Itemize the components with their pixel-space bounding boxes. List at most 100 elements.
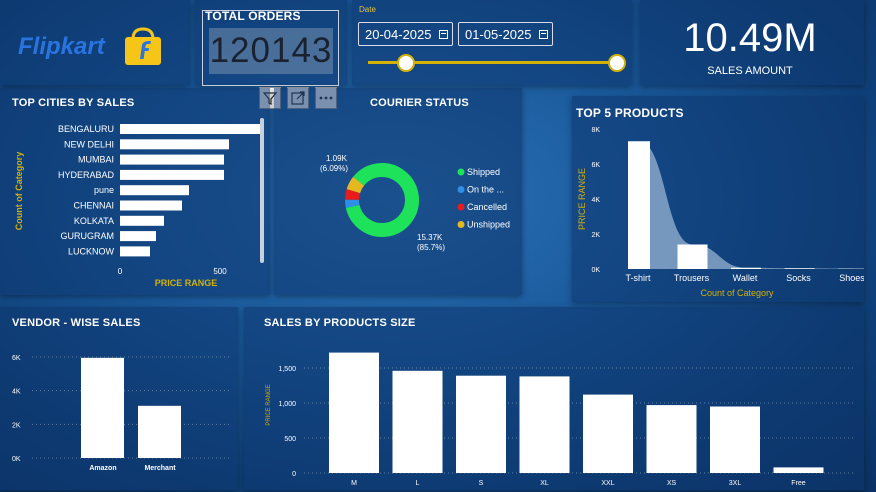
y-tick-label: 0K (12, 456, 21, 463)
product-bar (628, 141, 650, 269)
city-bar (120, 231, 156, 242)
vendor-sales-chart: 0K 2K 4K 6K Amazon Merchant (12, 355, 230, 472)
size-bar (583, 394, 633, 473)
x-tick-label: Amazon (89, 465, 116, 472)
city-label: KOLKATA (74, 216, 114, 226)
city-bar (120, 246, 150, 257)
sales-amount-label: SALES AMOUNT (707, 65, 793, 77)
city-label: NEW DELHI (64, 139, 114, 149)
date-slider-start-handle[interactable] (397, 54, 415, 72)
date-slicer[interactable]: Date 20-04-2025 01-05-2025 (352, 0, 632, 85)
flipkart-bag-icon (125, 27, 161, 65)
city-label: MUMBAI (78, 155, 114, 165)
slice-percent-label: (85.7%) (417, 243, 445, 252)
scrollbar (260, 118, 264, 263)
city-bar (120, 139, 229, 150)
legend-label: Cancelled (467, 202, 507, 212)
total-orders-value: 120143 (209, 28, 333, 74)
vendor-bar (138, 405, 181, 458)
sales-amount-value: 10.49M (683, 16, 817, 60)
x-tick-label: 500 (213, 267, 227, 276)
x-tick-label: S (479, 480, 484, 487)
size-bar (456, 375, 506, 473)
x-tick-label: Trousers (674, 273, 710, 283)
top-products-chart: 0K 2K 4K 6K 8K T-shirt Trousers Wallet Socks Shoe… (577, 127, 864, 298)
sales-amount-card: 10.49M SALES AMOUNT (640, 0, 864, 85)
city-label: GURUGRAM (61, 231, 115, 241)
slice-percent-label: (6.09%) (320, 164, 348, 173)
start-date-value: 20-04-2025 (365, 27, 432, 42)
top-cities-chart: BENGALURU NEW DELHI MUMBAI HYDERABAD pune CHE… (14, 118, 264, 288)
x-tick-label: XXL (601, 480, 614, 487)
y-tick-label: 6K (12, 355, 21, 362)
x-tick-label: T-shirt (625, 273, 651, 283)
y-tick-label: 2K (591, 232, 600, 239)
end-date-input[interactable]: 01-05-2025 (458, 22, 553, 46)
x-axis-label: PRICE RANGE (155, 278, 218, 288)
date-label: Date (359, 5, 376, 14)
legend-label: Shipped (467, 167, 500, 177)
city-label: LUCKNOW (68, 246, 115, 256)
logo-panel: Flipkart (0, 0, 190, 85)
y-tick-label: 2K (12, 422, 21, 429)
city-label: HYDERABAD (58, 170, 115, 180)
vendor-bar (81, 357, 124, 458)
y-tick-label: 8K (591, 127, 600, 134)
product-bar (731, 267, 761, 269)
city-bar (120, 154, 224, 165)
top-cities-panel[interactable]: TOP CITIES BY SALES BENGALURU NEW DELHI MU… (0, 88, 270, 295)
y-tick-label: 0 (292, 471, 296, 478)
total-orders-card[interactable]: TOTAL ORDERS 120143 (195, 0, 347, 86)
size-bar (710, 406, 760, 473)
legend-marker (457, 186, 465, 193)
flipkart-logo-text: Flipkart (18, 33, 105, 60)
y-tick-label: 0K (591, 267, 600, 274)
size-sales-panel[interactable]: SALES BY PRODUCTS SIZE 0 500 1,000 1,500 M L S… (244, 307, 864, 490)
size-bar (392, 370, 443, 473)
slice-value-label: 15.37K (417, 233, 443, 242)
vendor-sales-panel[interactable]: VENDOR - WISE SALES 0K 2K 4K 6K Amazon Mercha… (0, 307, 238, 490)
legend-marker (457, 221, 465, 228)
legend-label: Unshipped (467, 220, 510, 230)
date-slider-end-handle[interactable] (608, 54, 626, 72)
city-label: CHENNAI (73, 201, 114, 211)
x-tick-label: XS (667, 480, 677, 487)
product-bar (677, 244, 708, 269)
x-tick-label: Socks (786, 273, 811, 283)
product-bar (784, 268, 815, 269)
city-bar (120, 169, 224, 180)
x-axis-label: Count of Category (700, 288, 774, 298)
size-sales-chart: 0 500 1,000 1,500 M L S XL XXL XS 3XL Free PRICE RAN… (266, 352, 854, 487)
city-bar (120, 185, 189, 196)
calendar-icon (439, 30, 448, 39)
legend-marker (457, 203, 465, 211)
x-tick-label: 3XL (729, 480, 742, 487)
city-label: BENGALURU (58, 124, 114, 134)
y-axis-label: Count of Category (14, 152, 24, 231)
courier-status-chart: 1.09K(6.09%) 15.37K(85.7%) Shipped On the .… (320, 154, 510, 252)
x-tick-label: L (416, 480, 420, 487)
y-axis-label: PRICE RANGE (266, 384, 272, 425)
y-tick-label: 1,500 (278, 366, 296, 373)
start-date-input[interactable]: 20-04-2025 (358, 22, 453, 46)
y-tick-label: 4K (12, 389, 21, 396)
end-date-value: 01-05-2025 (465, 27, 532, 42)
y-tick-label: 500 (284, 436, 296, 443)
city-label: pune (94, 185, 114, 195)
legend-label: On the ... (467, 185, 504, 195)
city-bar (120, 200, 182, 211)
size-bar (329, 352, 379, 473)
x-tick-label: XL (540, 480, 549, 487)
x-tick-label: Merchant (144, 465, 176, 472)
top-products-panel[interactable]: TOP 5 PRODUCTS 0K 2K 4K 6K 8K T-shirt Trousers… (572, 96, 864, 302)
legend-marker (457, 168, 465, 176)
y-axis-label: PRICE RANGE (577, 168, 587, 230)
size-bar (773, 467, 824, 473)
x-tick-label: Shoes (839, 273, 864, 283)
courier-status-panel[interactable]: COURIER STATUS 1.09K (6.09%) 15.37K (85.7%)… (274, 88, 522, 295)
city-bar (120, 124, 264, 134)
size-bar (519, 376, 570, 473)
calendar-icon (539, 30, 548, 39)
x-tick-label: M (351, 480, 357, 487)
y-tick-label: 1,000 (278, 401, 296, 408)
